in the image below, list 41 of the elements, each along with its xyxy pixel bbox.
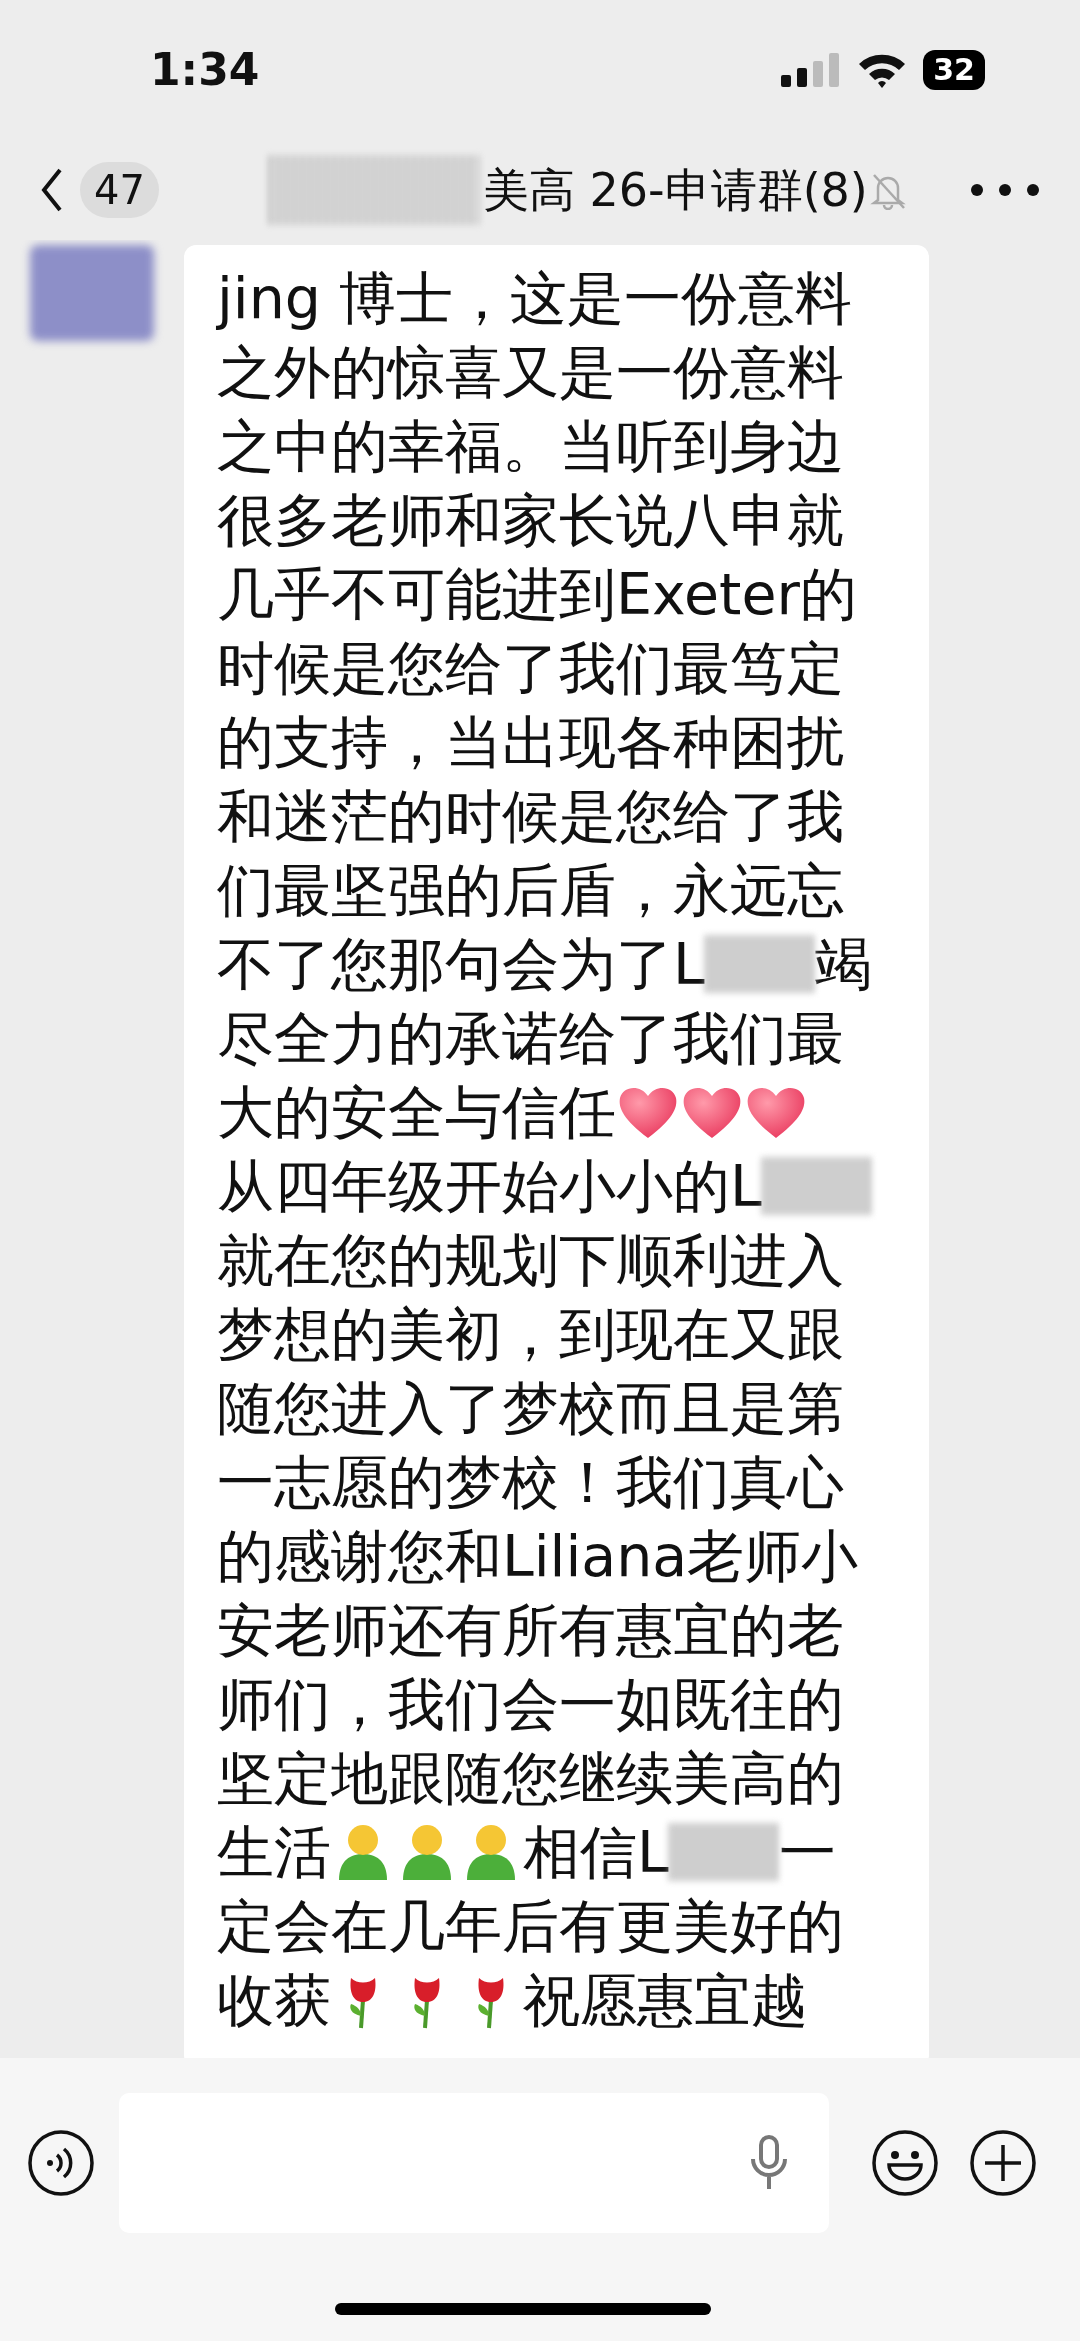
message-text: 坚定地跟随您继续美高的 [217,1744,844,1813]
message-text: 大的安全与信任 [217,1078,616,1147]
message-text: 一志愿的梦校！我们真心 [217,1448,844,1517]
message-text: 尽全力的承诺给了我们最 [217,1004,844,1073]
message-text: 的支持，当出现各种困扰 [217,708,844,777]
emoji-icon[interactable] [871,2129,939,2197]
signal-icon [781,53,842,87]
more-icon[interactable] [970,183,1040,197]
message-text: 不了您那句会为了L [217,930,705,999]
message-text: 就在您的规划下顺利进入 [217,1226,844,1295]
message-text: 祝愿惠宜越 [523,1966,808,2035]
message-text: 一 [778,1818,836,1887]
message-text: 收获 [217,1966,331,2035]
microphone-icon[interactable] [749,2135,789,2191]
message-text: 和迷茫的时候是您给了我 [217,782,844,851]
voice-icon[interactable] [27,2129,95,2197]
message-text: 定会在几年后有更美好的 [217,1892,844,1961]
unread-count-badge[interactable]: 47 [80,162,159,218]
message-text: 师们，我们会一如既往的 [217,1670,844,1739]
message-text: 几乎不可能进到Exeter的 [217,560,857,629]
battery-indicator: 32 [923,50,985,90]
message-text: 竭 [814,930,872,999]
status-time: 1:34 [150,43,260,97]
message-text: 生活 [217,1818,331,1887]
message-text: 时候是您给了我们最笃定 [217,634,844,703]
message-text: 相信L [523,1818,669,1887]
chat-title: 美高 26-申请群(8) [482,161,868,219]
message-input-field[interactable] [119,2093,829,2233]
message-text: 之外的惊喜又是一份意料 [217,338,844,407]
message-text: 安老师还有所有惠宜的老 [217,1596,844,1665]
message-text: 们最坚强的后盾，永远忘 [217,856,844,925]
message-text: 的感谢您和Liliana老师小 [217,1522,859,1591]
back-icon[interactable] [40,168,64,212]
wifi-icon [857,52,908,88]
message-text: 很多老师和家长说八申就 [217,486,844,555]
message-text: 从四年级开始小小的L [217,1152,762,1221]
message-text: 梦想的美初，到现在又跟 [217,1300,844,1369]
message-text: jing 博士，这是一份意料 [217,264,853,333]
add-icon[interactable] [969,2129,1037,2197]
message-text: 之中的幸福。当听到身边 [217,412,844,481]
message-text: 随您进入了梦校而且是第 [217,1374,844,1443]
